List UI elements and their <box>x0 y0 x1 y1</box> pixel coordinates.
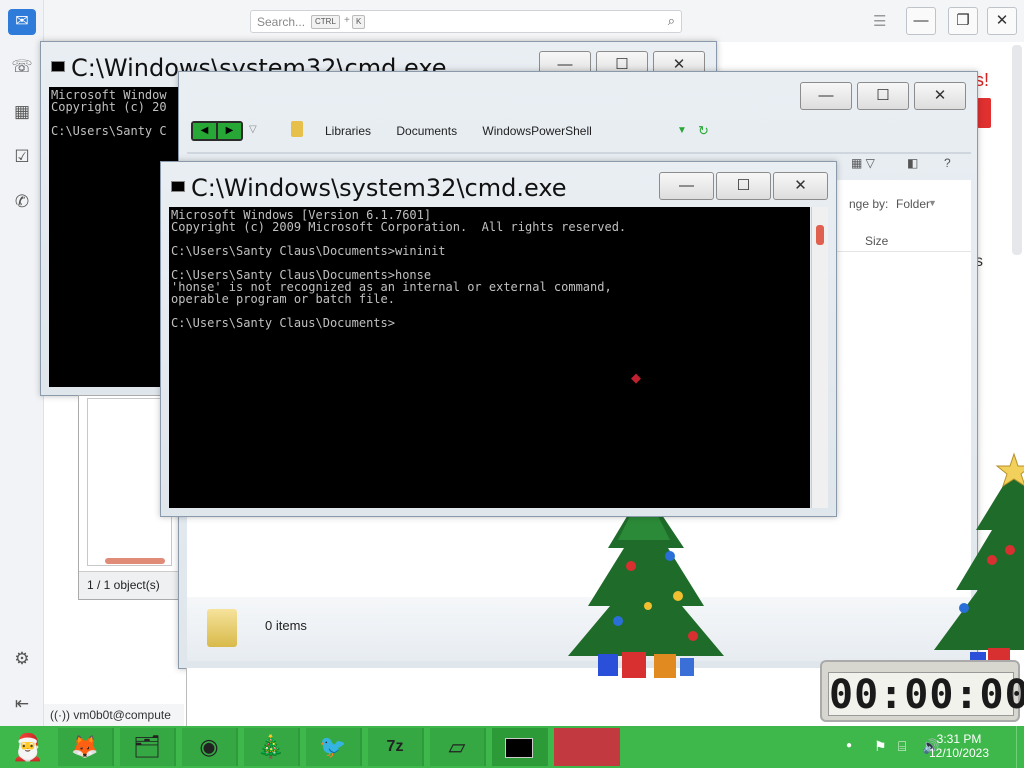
action-center-icon[interactable]: ⚑ <box>874 738 887 755</box>
christmas-tree-app-icon[interactable]: 🎄 <box>244 728 300 766</box>
minimize-button[interactable]: — <box>906 7 936 35</box>
search-icon[interactable]: ⌕ <box>668 13 675 29</box>
chat-icon[interactable]: ✆ <box>10 190 34 214</box>
history-dropdown-icon[interactable]: ▽ <box>249 124 257 135</box>
calendar-icon[interactable]: ▦ <box>10 100 34 124</box>
column-size[interactable]: Size <box>865 234 888 248</box>
tray-dot-icon[interactable]: ● <box>846 740 852 751</box>
countdown-timer[interactable]: 00:00:00 <box>820 660 1024 722</box>
close-button[interactable]: ✕ <box>773 172 828 200</box>
breadcrumb-libraries[interactable]: Libraries <box>325 124 371 138</box>
tasks-icon[interactable]: ☑ <box>10 145 34 169</box>
thunderbird-icon[interactable]: 🐦 <box>306 728 362 766</box>
minimize-button[interactable]: — <box>659 172 714 200</box>
search-input[interactable]: Search... CTRL + K ⌕ <box>250 10 682 33</box>
christmas-tree-decoration-right <box>930 440 1024 676</box>
contacts-icon[interactable]: ☏ <box>10 55 34 79</box>
window-title: C:\Windows\system32\cmd.exe <box>191 174 567 202</box>
back-arrow-icon[interactable]: ◀ <box>193 123 216 139</box>
close-button[interactable]: ✕ <box>914 82 966 110</box>
arrange-dropdown-icon[interactable]: ▼ <box>928 198 937 208</box>
breadcrumb-windowspowershell[interactable]: WindowsPowerShell <box>482 124 591 138</box>
search-placeholder: Search... <box>257 15 306 29</box>
breadcrumb-documents[interactable]: Documents <box>396 124 457 138</box>
cmd-taskbar-icon[interactable] <box>492 728 548 766</box>
toolbar-divider <box>187 152 971 154</box>
address-dropdown-icon[interactable]: ▼ <box>677 125 687 136</box>
7zip-icon[interactable]: 7z <box>368 728 424 766</box>
christmas-tree-graphic-right <box>934 452 1024 672</box>
help-icon[interactable]: ? <box>944 156 951 170</box>
system-clock[interactable]: 3:31 PM 12/10/2023 <box>924 732 994 760</box>
maximize-button[interactable]: ☐ <box>716 172 771 200</box>
preview-pane-icon[interactable]: ◧ <box>907 156 918 170</box>
firefox-icon[interactable]: 🦊 <box>58 728 114 766</box>
shortcut-plus: + <box>344 15 350 26</box>
shortcut-ctrl-key: CTRL <box>311 15 340 29</box>
forward-arrow-icon[interactable]: ▶ <box>218 123 241 139</box>
mouse-pointer-icon: ◆ <box>631 370 641 385</box>
chrome-icon[interactable]: ◉ <box>182 728 238 766</box>
cmd-icon <box>51 61 65 72</box>
clock-time: 3:31 PM <box>936 732 982 746</box>
mail-icon[interactable]: ✉ <box>8 9 36 35</box>
app-sidebar: ✉ ☏ ▦ ☑ ✆ ⚙ ⇤ <box>0 0 44 726</box>
arrange-by-label: nge by: <box>849 197 889 211</box>
maximize-button[interactable]: ☐ <box>857 82 909 110</box>
breadcrumb[interactable]: Libraries Documents WindowsPowerShell <box>325 124 614 138</box>
cmd-icon <box>171 181 185 192</box>
taskbar: 🎅 🦊 🗂 ◉ 🎄 🐦 7z ▱ ● ⚑ ⌸ 🔊 3:31 PM 12/10/2… <box>0 726 1024 768</box>
status-icon: ((·)) <box>50 708 70 722</box>
status-account: vm0b0t@compute <box>73 708 171 722</box>
red-action-button[interactable] <box>977 98 991 128</box>
notepad-icon[interactable]: ▱ <box>430 728 486 766</box>
arrange-by-value[interactable]: Folder <box>896 197 930 211</box>
minimize-button[interactable]: — <box>800 82 852 110</box>
column-header[interactable]: Size <box>831 228 971 252</box>
file-explorer-icon[interactable]: 🗂 <box>120 728 176 766</box>
console-scrollbar[interactable] <box>811 207 828 508</box>
status-bar: ((·)) vm0b0t@compute <box>44 704 184 726</box>
progress-bar <box>105 558 165 564</box>
cmd-window-front[interactable]: C:\Windows\system32\cmd.exe — ☐ ✕ Micros… <box>160 161 837 517</box>
view-options-icon[interactable]: ▦ ▽ <box>851 156 875 170</box>
nav-buttons: ◀ ▶ <box>191 121 243 141</box>
explorer-status: 1 / 1 object(s) <box>79 571 179 599</box>
folder-icon <box>291 121 303 137</box>
network-icon[interactable]: ⌸ <box>898 738 906 755</box>
collapse-sidebar-icon[interactable]: ⇤ <box>10 692 34 716</box>
start-button[interactable]: 🎅 <box>0 728 56 766</box>
menu-icon[interactable]: ☰ <box>873 12 886 30</box>
scrollbar-thumb[interactable] <box>816 225 824 245</box>
restore-button[interactable]: ❐ <box>948 7 978 35</box>
app-scrollbar[interactable] <box>1012 45 1022 255</box>
cmd-icon <box>505 738 533 759</box>
items-count: 0 items <box>265 618 307 633</box>
console-output[interactable]: Microsoft Windows [Version 6.1.7601] Cop… <box>169 207 810 508</box>
clock-date: 12/10/2023 <box>928 746 990 760</box>
show-desktop-button[interactable] <box>1016 726 1024 768</box>
close-button[interactable]: ✕ <box>987 7 1017 35</box>
taskbar-item-red[interactable] <box>554 728 620 766</box>
folder-large-icon <box>207 609 237 647</box>
refresh-icon[interactable]: ↻ <box>698 123 709 139</box>
shortcut-k-key: K <box>352 15 366 29</box>
timer-display: 00:00:00 <box>828 672 1024 718</box>
settings-gear-icon[interactable]: ⚙ <box>10 647 34 671</box>
